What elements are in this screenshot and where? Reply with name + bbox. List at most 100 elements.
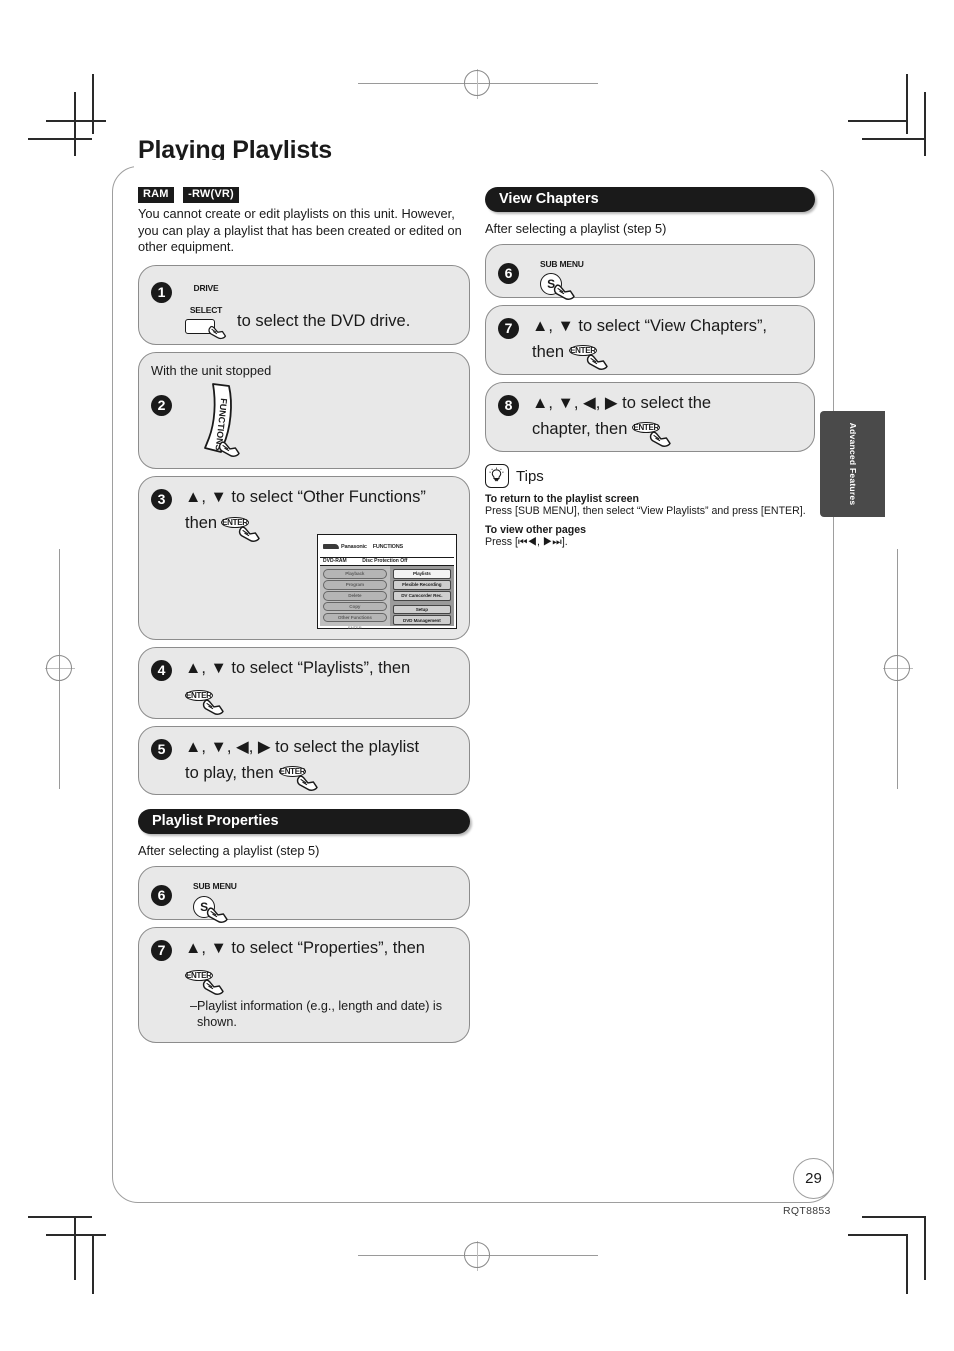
sub-menu-key[interactable]: SUB MENU S — [540, 252, 584, 301]
tips-header: Tips — [485, 464, 815, 488]
step-number-3: 3 — [151, 489, 172, 511]
section-header-playlist-properties: Playlist Properties — [138, 809, 470, 835]
step-number-5: 5 — [151, 738, 172, 760]
tv-brand-label: Panasonic — [341, 543, 367, 550]
step-7-text-b: then — [532, 343, 565, 361]
step-box-6-chapters: 6 SUB MENU S — [485, 244, 815, 301]
step-5-text-b: to play, then — [185, 763, 274, 782]
step-number-2: 2 — [151, 395, 172, 417]
tv-header: Panasonic FUNCTIONS — [320, 537, 454, 559]
step-number-1: 1 — [151, 282, 172, 304]
tip-title-1: To return to the playlist screen — [485, 493, 640, 505]
functions-key[interactable]: FUNCTIONS — [199, 382, 240, 460]
step-box-6-properties: 6 SUB MENU S — [138, 866, 470, 923]
page-number: 29 — [793, 1158, 834, 1199]
media-badge-row: RAM -RW(VR) — [138, 184, 470, 203]
lightbulb-icon — [485, 464, 509, 488]
tv-protection-status: Disc Protection Off — [362, 558, 408, 565]
step-box-5: 5 ▲, ▼, ◀, ▶ to select the playlist to p… — [138, 725, 470, 796]
registration-mark-right — [866, 549, 930, 789]
drive-select-key-caption: DRIVE SELECT — [189, 283, 223, 315]
tv-menu-item-dvd-management[interactable]: DVD Management — [392, 615, 451, 625]
enter-key[interactable]: ENTER — [632, 415, 672, 448]
tv-left-menu: Playback Program Delete Copy Other Funct… — [320, 566, 390, 630]
tv-menu-item-flexible-recording[interactable]: Flexible Recording — [392, 580, 451, 590]
pointing-hand-icon — [296, 775, 318, 792]
step-box-2: With the unit stopped 2 FUNCTIONS — [138, 352, 470, 470]
step-7-text: ▲, ▼ to select “Properties”, then — [185, 939, 425, 958]
left-column: RAM -RW(VR) You cannot create or edit pl… — [138, 184, 470, 1050]
step-3-text-a: ▲, ▼ to select “Other Functions” — [185, 488, 426, 507]
tip-text-2: Press [⏮◀, ▶⏭]. — [485, 536, 568, 548]
step-1-text: to select the DVD drive. — [237, 311, 411, 330]
step-box-7-properties: 7 ▲, ▼ to select “Properties”, then ENTE… — [138, 927, 470, 1044]
document-code: RQT8853 — [783, 1205, 831, 1217]
step-number-6: 6 — [151, 885, 172, 907]
tv-menu-item-playback[interactable]: Playback — [323, 569, 387, 579]
pointing-hand-icon — [650, 431, 672, 448]
enter-key[interactable]: ENTER — [185, 683, 224, 715]
enter-key[interactable]: ENTER — [185, 963, 224, 995]
tv-header-label: FUNCTIONS — [372, 543, 404, 550]
pointing-hand-icon — [206, 906, 228, 923]
registration-mark-top — [358, 52, 598, 116]
sub-menu-key-caption: SUB MENU — [193, 881, 237, 892]
step-5-text-a: ▲, ▼, ◀, ▶ to select the playlist — [185, 737, 420, 756]
side-tab-label: Advanced Features — [847, 422, 858, 506]
tv-disc-type: DVD-RAM — [323, 558, 347, 565]
step-box-1: 1 DRIVE SELECT to select the DVD drive. — [138, 265, 470, 346]
step-number-4: 4 — [151, 660, 172, 682]
sub-menu-key-caption: SUB MENU — [540, 259, 584, 269]
step-number-7: 7 — [151, 940, 172, 962]
right-column: View Chapters After selecting a playlist… — [485, 184, 815, 549]
step-number-8: 8 — [498, 395, 519, 416]
tv-menu-item-delete[interactable]: Delete — [323, 591, 387, 601]
enter-key[interactable]: ENTER — [278, 759, 318, 792]
tips-label: Tips — [516, 467, 544, 485]
frame-top-mask — [134, 160, 854, 170]
step-box-4: 4 ▲, ▼ to select “Playlists”, then ENTER — [138, 647, 470, 719]
step-8-text-b: chapter, then — [532, 420, 628, 438]
tv-menu-item-copy[interactable]: Copy — [323, 602, 387, 612]
pointing-hand-icon — [553, 284, 575, 301]
drive-select-key[interactable]: DRIVE SELECT — [185, 276, 227, 340]
playlist-properties-after-note: After selecting a playlist (step 5) — [138, 843, 320, 859]
tip-text-1: Press [SUB MENU], then select “View Play… — [485, 505, 806, 517]
step-7-note: –Playlist information (e.g., length and … — [190, 998, 443, 1029]
tip-title-2: To view other pages — [485, 524, 587, 536]
pointing-hand-icon — [202, 698, 224, 715]
step-7-text-a: ▲, ▼ to select “View Chapters”, — [532, 317, 768, 335]
step-4-text: ▲, ▼ to select “Playlists”, then — [185, 659, 411, 678]
tv-menu-item-dv-camcorder-rec[interactable]: DV Camcorder Rec. — [392, 591, 451, 601]
step-box-7-chapters: 7 ▲, ▼ to select “View Chapters”, then E… — [485, 305, 815, 375]
tv-menu-item-other-functions[interactable]: Other Functions — [323, 613, 387, 623]
step-number-6: 6 — [498, 263, 519, 284]
step-3-text-b: then — [185, 514, 218, 533]
pointing-hand-icon — [586, 354, 608, 371]
tv-menu-item-playlists[interactable]: Playlists — [392, 569, 451, 579]
sub-menu-key[interactable]: SUB MENU S — [193, 874, 237, 923]
tv-screen-illustration: Panasonic FUNCTIONS DVD-RAM Disc Protect… — [317, 534, 457, 630]
tv-status-row: DVD-RAM Disc Protection Off — [320, 558, 454, 567]
enter-key[interactable]: ENTER — [569, 338, 608, 371]
panasonic-logo-icon — [323, 544, 339, 550]
badge-ram: RAM — [138, 187, 174, 203]
step-box-8-chapters: 8 ▲, ▼, ◀, ▶ to select the chapter, then… — [485, 382, 815, 452]
side-tab-advanced-features: Advanced Features — [820, 411, 885, 517]
pointing-hand-icon — [208, 326, 227, 340]
step-box-3: 3 ▲, ▼ to select “Other Functions” then … — [138, 476, 470, 641]
badge-rw-vr: -RW(VR) — [183, 187, 239, 203]
tv-menu-item-setup[interactable]: Setup — [392, 604, 451, 614]
pointing-hand-icon — [238, 525, 260, 542]
step-number-7: 7 — [498, 318, 519, 339]
tv-menu-item-program[interactable]: Program — [323, 580, 387, 590]
registration-mark-bottom — [358, 1224, 598, 1288]
view-chapters-after-note: After selecting a playlist (step 5) — [485, 221, 667, 236]
tv-enter-hint: ENTER — [348, 625, 362, 631]
step-8-text-a: ▲, ▼, ◀, ▶ to select the — [532, 394, 712, 412]
step-2-pre-note: With the unit stopped — [151, 363, 272, 379]
intro-paragraph: You cannot create or edit playlists on t… — [138, 205, 462, 255]
pointing-hand-icon — [218, 441, 240, 458]
section-header-view-chapters: View Chapters — [485, 187, 815, 212]
enter-key[interactable]: ENTER — [221, 510, 260, 542]
